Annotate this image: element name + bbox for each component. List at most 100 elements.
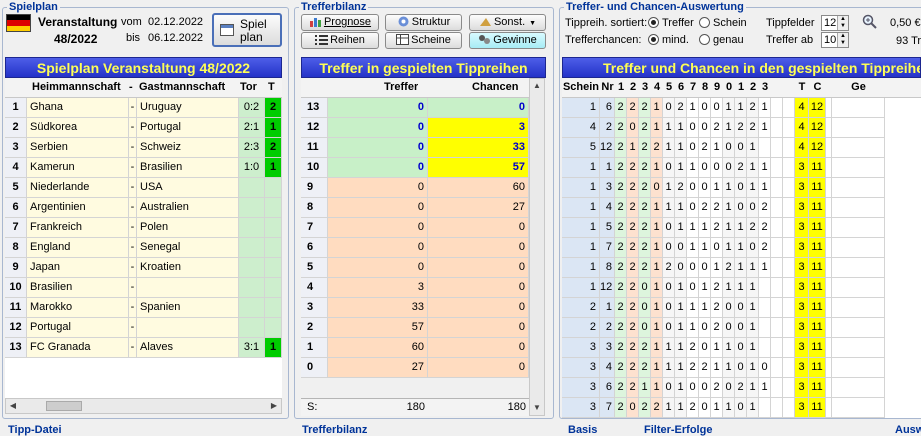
score-cell[interactable]: 0:2 [239,98,265,118]
nr-cell[interactable]: 3 [600,338,615,358]
tip-cell[interactable]: 0 [747,198,759,218]
chancen-count-cell[interactable]: 11 [809,158,826,178]
treffer-cell[interactable]: 3 [328,278,428,298]
tip-cell[interactable]: 0 [735,358,747,378]
tip-cell[interactable]: 1 [651,318,663,338]
tip-cell[interactable]: 2 [627,278,639,298]
table-row[interactable]: 4 Kamerun - Brasilien 1:0 1 [5,158,282,178]
table-row[interactable]: 9 0 60 [301,178,529,198]
away-team[interactable] [137,318,239,338]
tip-cell[interactable]: 0 [735,318,747,338]
tip-cell[interactable]: 1 [663,398,675,418]
tip-cell[interactable]: 0 [747,238,759,258]
chancen-cell[interactable]: 3 [428,118,529,138]
table-row[interactable]: 10 0 57 [301,158,529,178]
tip-cell[interactable]: 1 [711,398,723,418]
tip-cell[interactable]: 2 [747,98,759,118]
away-team[interactable] [137,278,239,298]
treffer-cell[interactable]: 0 [328,158,428,178]
tip-cell[interactable]: 1 [723,398,735,418]
scroll-left-icon[interactable]: ◀ [6,399,20,413]
table-row[interactable]: 11 Marokko - Spanien [5,298,282,318]
spielplan-button[interactable]: Spiel plan [212,13,282,47]
tendency-cell[interactable] [265,278,282,298]
chancen-cell[interactable]: 33 [428,138,529,158]
table-row[interactable]: 11 0 33 [301,138,529,158]
tip-cell[interactable]: 2 [627,258,639,278]
tip-cell[interactable]: 0 [687,138,699,158]
table-row[interactable]: 13 0 0 [301,98,529,118]
tip-cell[interactable]: 1 [651,158,663,178]
tip-cell[interactable]: 1 [711,138,723,158]
tip-cell[interactable]: 1 [651,278,663,298]
treffer-count-cell[interactable]: 3 [795,358,809,378]
tip-cell[interactable]: 0 [663,238,675,258]
tip-cell[interactable]: 1 [759,378,771,398]
tip-cell[interactable]: 1 [747,258,759,278]
score-cell[interactable] [239,218,265,238]
score-cell[interactable] [239,238,265,258]
away-team[interactable]: Spanien [137,298,239,318]
radio-icon[interactable] [648,34,659,45]
table-row[interactable]: 600 [301,238,529,258]
tip-cell[interactable] [759,278,771,298]
schein-cell[interactable]: 3 [562,398,600,418]
tip-cell[interactable]: 1 [699,278,711,298]
nr-cell[interactable]: 1 [600,298,615,318]
tip-cell[interactable]: 1 [627,138,639,158]
score-cell[interactable] [239,178,265,198]
sort-option-schein[interactable]: Schein [699,17,747,29]
tip-cell[interactable]: 0 [651,178,663,198]
tip-cell[interactable]: 1 [711,258,723,278]
tip-cell[interactable]: 2 [687,358,699,378]
treffer-count-cell[interactable]: 3 [795,158,809,178]
tip-cell[interactable]: 1 [759,158,771,178]
tip-cell[interactable]: 1 [747,138,759,158]
tip-cell[interactable]: 2 [639,178,651,198]
chancen-count-cell[interactable]: 12 [809,118,826,138]
tip-cell[interactable]: 0 [687,198,699,218]
tip-cell[interactable]: 2 [663,258,675,278]
tip-cell[interactable]: 1 [711,178,723,198]
away-team[interactable]: Portugal [137,118,239,138]
tip-cell[interactable]: 0 [687,278,699,298]
table-row[interactable]: 7 Frankreich - Polen [5,218,282,238]
table-row[interactable]: 8 England - Senegal [5,238,282,258]
trefferbilanz-vscroll[interactable]: ▲ ▼ [529,78,545,416]
tip-cell[interactable]: 2 [711,318,723,338]
tip-cell[interactable]: 0 [711,98,723,118]
treffer-count-cell[interactable]: 3 [795,258,809,278]
chancen-cell[interactable]: 0 [428,218,529,238]
tip-cell[interactable]: 1 [735,238,747,258]
tip-cell[interactable]: 0 [699,118,711,138]
tip-cell[interactable]: 1 [747,278,759,298]
tip-cell[interactable]: 1 [735,258,747,278]
table-row[interactable]: 12 0 3 [301,118,529,138]
tip-cell[interactable]: 0 [735,398,747,418]
nr-cell[interactable]: 12 [600,278,615,298]
tip-cell[interactable]: 2 [627,298,639,318]
tip-cell[interactable]: 1 [663,338,675,358]
home-team[interactable]: Serbien [27,138,129,158]
tip-cell[interactable]: 2 [639,218,651,238]
chancen-cell[interactable]: 0 [428,318,529,338]
tip-cell[interactable]: 2 [639,198,651,218]
treffer-cell[interactable]: 0 [328,198,428,218]
tip-cell[interactable]: 0 [687,258,699,278]
away-team[interactable]: Schweiz [137,138,239,158]
spinner-arrows-icon[interactable]: ▲ ▼ [837,16,848,30]
tip-cell[interactable]: 0 [735,338,747,358]
tip-cell[interactable]: 0 [735,178,747,198]
treffer-cell[interactable]: 27 [328,358,428,378]
tendency-cell[interactable]: 2 [265,98,282,118]
tip-cell[interactable]: 1 [723,278,735,298]
table-row[interactable]: 500 [301,258,529,278]
nr-cell[interactable]: 7 [600,398,615,418]
tip-cell[interactable]: 1 [651,258,663,278]
table-row[interactable]: 1 1 2 2 2 1 0 1 1 0 0 0 2 1 1 3 11 [562,158,921,178]
tendency-cell[interactable]: 1 [265,338,282,358]
home-team[interactable]: Niederlande [27,178,129,198]
chancen-count-cell[interactable]: 11 [809,378,826,398]
chancen-count-cell[interactable]: 11 [809,278,826,298]
treffer-cell[interactable]: 0 [328,238,428,258]
